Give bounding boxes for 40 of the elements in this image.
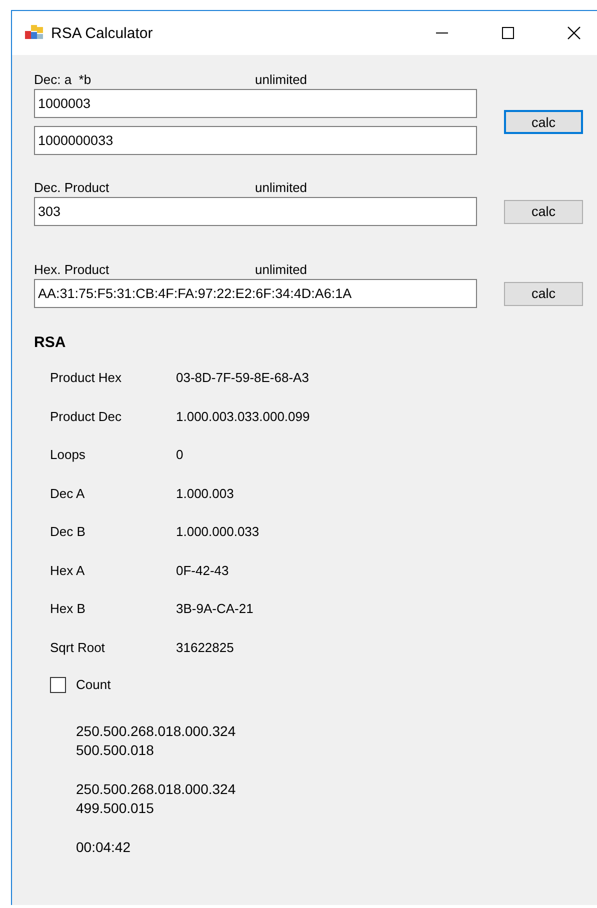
- calc-button[interactable]: calc: [504, 200, 583, 224]
- result-label: Dec A: [50, 484, 86, 502]
- result-label: Dec B: [50, 523, 86, 540]
- field-label: Dec: a *b: [34, 72, 92, 86]
- calc-button[interactable]: calc: [504, 282, 583, 306]
- result-label: Hex B: [50, 600, 86, 617]
- result-label: Hex A: [50, 562, 86, 578]
- result-value: 1.000.003.033.000.099: [176, 408, 311, 424]
- limit-label: unlimited: [255, 72, 308, 86]
- result-value: 1.000.000.033: [176, 523, 260, 540]
- result-label: Product Dec: [50, 408, 123, 424]
- maximize-icon: [501, 26, 515, 40]
- field-label: Hex. Product: [34, 262, 110, 276]
- number-field[interactable]: 303: [34, 197, 477, 226]
- result-value: 0: [176, 446, 184, 463]
- section-heading: RSA: [34, 334, 67, 351]
- window-title: RSA Calculator: [51, 24, 153, 42]
- result-value: 1.000.003: [176, 484, 235, 502]
- result-text: 00:04:42: [76, 838, 132, 856]
- result-label: Loops: [50, 446, 86, 463]
- limit-label: unlimited: [255, 262, 308, 276]
- calc-button[interactable]: calc: [504, 110, 583, 134]
- result-value: 0F-42-43: [176, 562, 230, 578]
- result-text: 250.500.268.018.000.324 499.500.015: [76, 780, 237, 818]
- result-value: 31622825: [176, 638, 235, 656]
- number-field[interactable]: 1000003: [34, 89, 477, 118]
- minimize-icon: [435, 32, 449, 34]
- result-value: 3B-9A-CA-21: [176, 600, 254, 617]
- field-label: Dec. Product: [34, 180, 110, 194]
- number-field[interactable]: 1000000033: [34, 126, 477, 155]
- checkbox-label: Count: [76, 677, 111, 692]
- result-label: Sqrt Root: [50, 638, 106, 656]
- app-icon: [25, 25, 43, 41]
- result-text: 250.500.268.018.000.324 500.500.018: [76, 722, 237, 760]
- number-field[interactable]: AA:31:75:F5:31:CB:4F:FA:97:22:E2:6F:34:4D:A6:1A: [34, 279, 477, 308]
- close-icon: [567, 26, 581, 40]
- result-label: Product Hex: [50, 369, 123, 386]
- result-value: 03-8D-7F-59-8E-68-A3: [176, 369, 310, 386]
- count-checkbox[interactable]: [50, 676, 66, 692]
- limit-label: unlimited: [255, 180, 308, 194]
